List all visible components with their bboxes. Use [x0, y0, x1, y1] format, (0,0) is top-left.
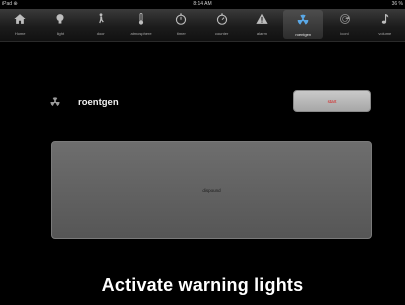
- tab-counter[interactable]: counter: [201, 9, 241, 41]
- caption-banner: Activate warning lights: [0, 268, 405, 302]
- timer-icon: [174, 10, 188, 28]
- door-icon: [94, 10, 108, 28]
- radiation-icon: [296, 11, 310, 29]
- radiation-icon: [49, 96, 61, 108]
- tab-label: light: [56, 31, 65, 36]
- start-button[interactable]: start: [293, 90, 371, 112]
- tab-label: counter: [214, 31, 229, 36]
- tab-label: iconi: [340, 31, 349, 36]
- tab-label: volume: [378, 31, 392, 36]
- caption-text: Activate warning lights: [101, 274, 304, 295]
- tab-volume[interactable]: volume: [365, 9, 405, 41]
- tab-home[interactable]: Home: [0, 9, 40, 41]
- tab-iconi[interactable]: iconi: [324, 9, 364, 41]
- tab-door[interactable]: door: [81, 9, 121, 41]
- tab-label: alarm: [256, 31, 267, 36]
- dispound-button[interactable]: dispound: [51, 141, 372, 239]
- tab-label: timer: [176, 31, 186, 36]
- tab-alarm[interactable]: alarm: [242, 9, 282, 41]
- thermometer-icon: [134, 10, 148, 28]
- page-title: roentgen: [78, 96, 119, 108]
- home-icon: [13, 10, 27, 28]
- tab-label: door: [96, 31, 105, 36]
- tab-label: roentgen: [295, 32, 312, 37]
- tab-light[interactable]: light: [40, 9, 80, 41]
- tab-label: atmosphere: [130, 31, 152, 36]
- tab-bar: Home light door atmosphere timer counter: [0, 9, 405, 42]
- section-header: roentgen: [49, 94, 119, 110]
- tab-atmosphere[interactable]: atmosphere: [121, 9, 161, 41]
- tab-roentgen[interactable]: roentgen: [283, 10, 324, 39]
- warning-icon: [255, 10, 269, 28]
- battery-label: 36 %: [391, 1, 403, 7]
- stopwatch-icon: [215, 10, 229, 28]
- radar-icon: [338, 10, 352, 28]
- lightbulb-icon: [53, 10, 67, 28]
- tab-label: Home: [14, 31, 26, 36]
- tab-timer[interactable]: timer: [161, 9, 201, 41]
- status-bar: iPad ⊕ 8:14 AM 36 %: [0, 0, 405, 9]
- clock-label: 8:14 AM: [193, 1, 212, 7]
- music-note-icon: [378, 10, 392, 28]
